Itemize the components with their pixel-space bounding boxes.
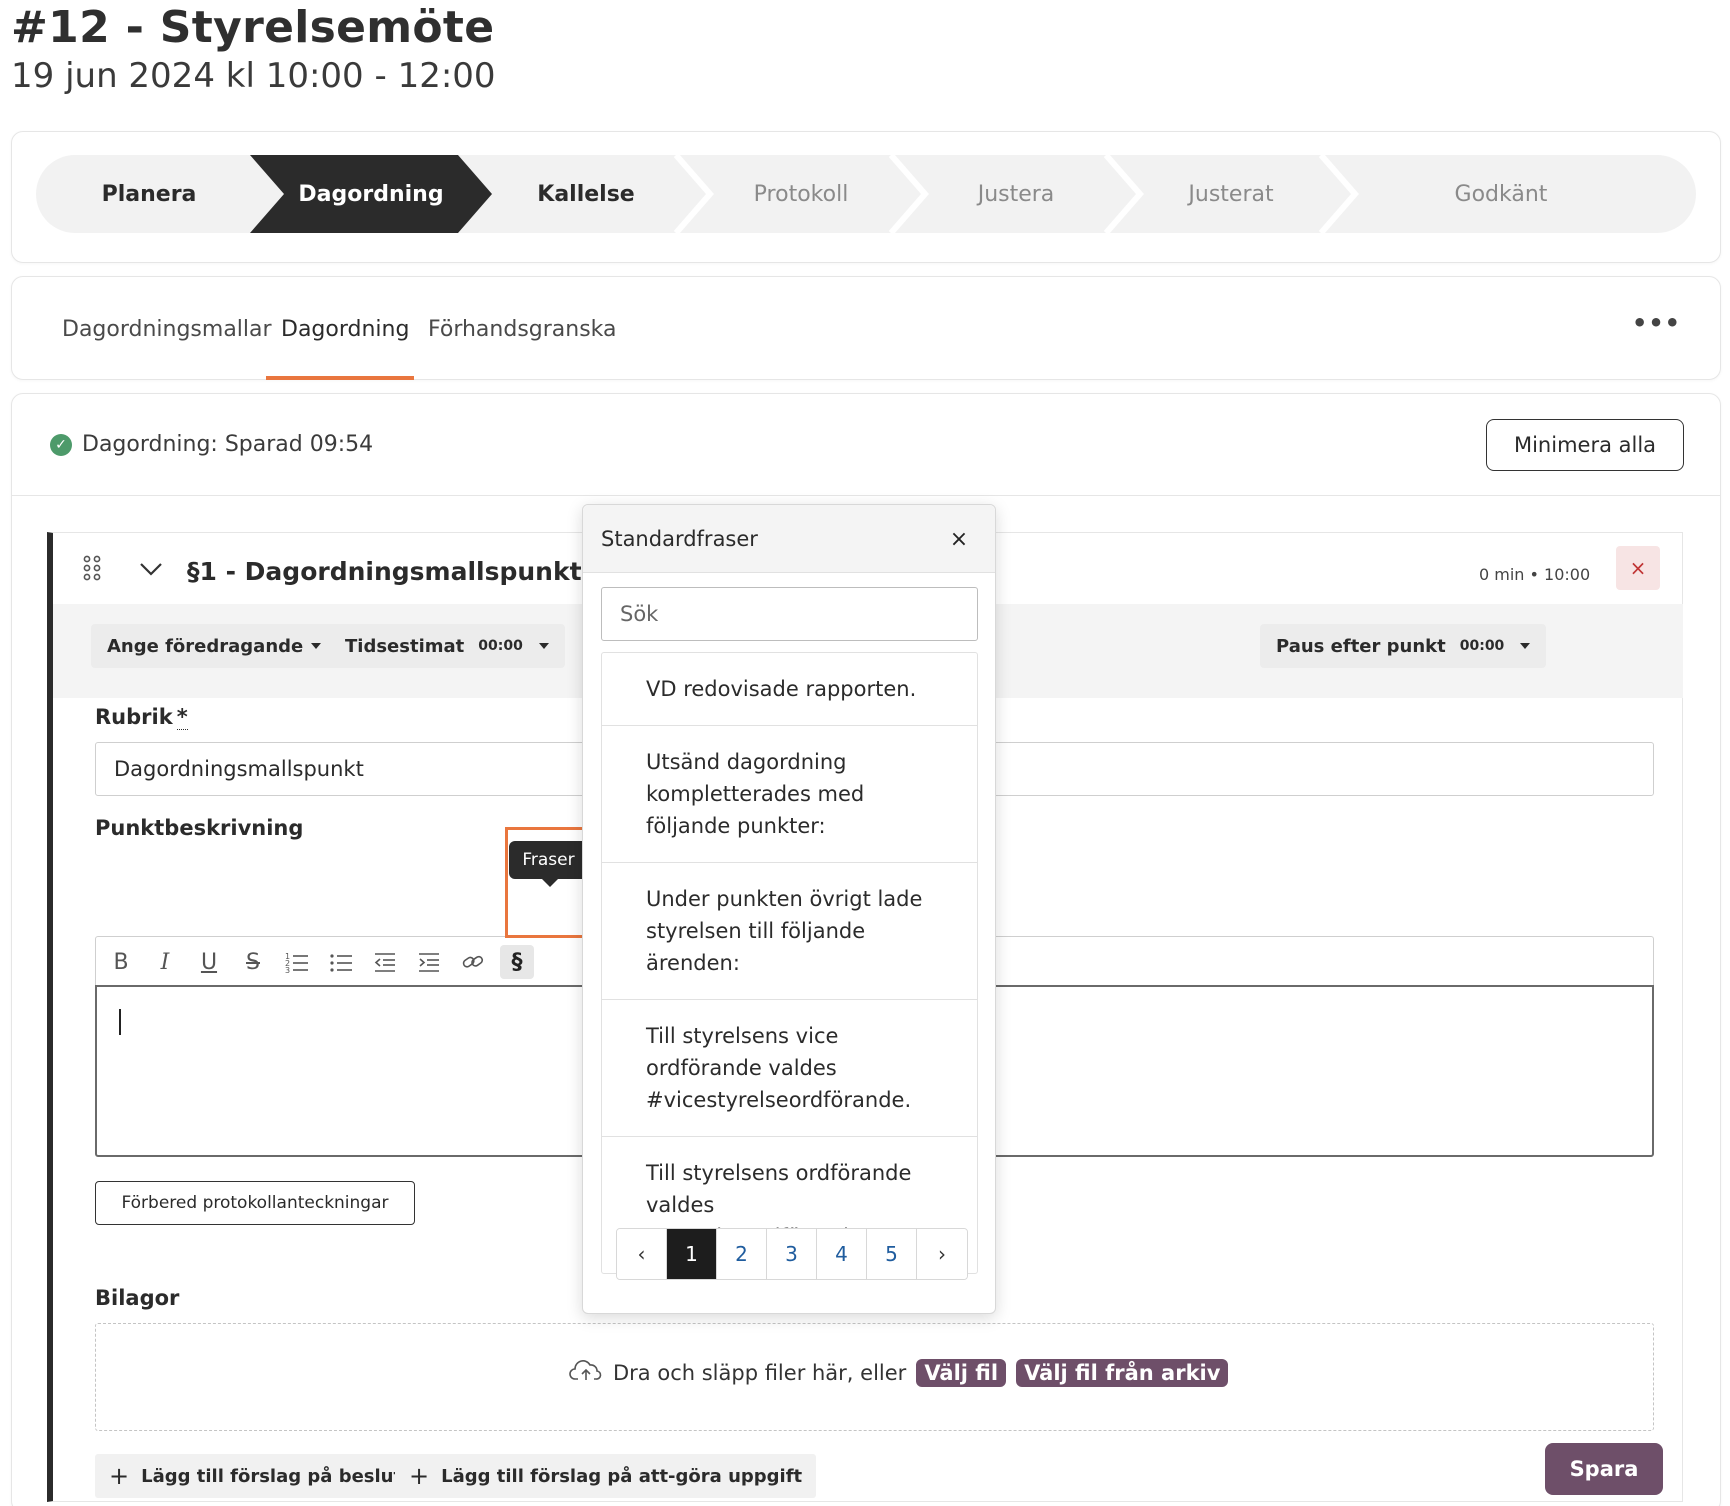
divider <box>12 495 1720 496</box>
agenda-item-title: §1 - Dagordningsmallspunkt <box>187 557 582 586</box>
indent-icon[interactable] <box>412 945 446 979</box>
step-protokoll[interactable]: Protokoll <box>711 155 891 233</box>
add-todo-label: Lägg till förslag på att-göra uppgift <box>441 1465 803 1487</box>
svg-text:3: 3 <box>285 966 290 973</box>
time-estimate-label: Tidsestimat <box>345 635 465 657</box>
drag-handle-icon[interactable] <box>83 555 101 585</box>
plus-icon: + <box>409 1462 430 1490</box>
tab-dagordning[interactable]: Dagordning <box>281 317 409 342</box>
add-decision-label: Lägg till förslag på beslut <box>141 1465 403 1487</box>
phrase-item[interactable]: Till styrelsens vice ordförande valdes #… <box>602 1000 977 1137</box>
page-subtitle: 19 jun 2024 kl 10:00 - 12:00 <box>11 56 496 96</box>
save-status: ✓ Dagordning: Sparad 09:54 <box>50 432 373 457</box>
time-estimate-dropdown[interactable]: Tidsestimat 00:00 <box>329 624 565 668</box>
agenda-item-meta: 0 min • 10:00 <box>1479 565 1591 584</box>
plus-icon: + <box>109 1462 130 1490</box>
chevron-down-icon[interactable] <box>139 561 163 581</box>
strikethrough-icon[interactable]: S <box>236 945 270 979</box>
workflow-stepper: Planera Dagordning Kallelse Protokoll Ju… <box>36 155 1696 233</box>
check-circle-icon: ✓ <box>50 433 72 456</box>
prev-page-icon[interactable]: ‹ <box>617 1229 667 1279</box>
step-planera[interactable]: Planera <box>36 155 262 233</box>
stepper-panel: Planera Dagordning Kallelse Protokoll Ju… <box>11 131 1721 263</box>
italic-icon[interactable]: I <box>148 945 182 979</box>
rubrik-label: Rubrik * <box>95 705 188 730</box>
prepare-minutes-button[interactable]: Förbered protokollanteckningar <box>95 1181 415 1225</box>
next-page-icon[interactable]: › <box>917 1229 967 1279</box>
page-2[interactable]: 2 <box>717 1229 767 1279</box>
bullet-list-icon[interactable] <box>324 945 358 979</box>
standard-phrases-popover: Standardfraser × VD redovisade rapporten… <box>582 504 996 1314</box>
minimize-all-button[interactable]: Minimera alla <box>1486 419 1684 471</box>
save-button[interactable]: Spara <box>1545 1443 1663 1495</box>
caret-down-icon <box>538 643 549 649</box>
attachments-label: Bilagor <box>95 1286 180 1310</box>
rubrik-label-text: Rubrik <box>95 705 173 729</box>
phrase-search-input[interactable] <box>601 587 978 641</box>
phrases-icon[interactable]: § <box>500 945 534 979</box>
file-dropzone[interactable]: Dra och släpp filer här, eller Välj fil … <box>95 1323 1654 1431</box>
presenter-dropdown[interactable]: Ange föredragande <box>91 624 338 668</box>
active-tab-indicator <box>266 376 414 380</box>
pause-value: 00:00 <box>1459 638 1505 654</box>
popover-title: Standardfraser <box>601 527 758 551</box>
dropzone-text: Dra och släpp filer här, eller <box>613 1360 907 1385</box>
tab-dagordningsmallar[interactable]: Dagordningsmallar <box>62 317 272 342</box>
page-title: #12 - Styrelsemöte <box>11 2 495 53</box>
underline-icon[interactable]: U <box>192 945 226 979</box>
step-dagordning[interactable]: Dagordning <box>276 155 466 233</box>
cloud-upload-icon <box>569 1358 603 1387</box>
required-mark: * <box>176 705 188 730</box>
phrases-tooltip: Fraser <box>509 841 588 887</box>
step-justerat[interactable]: Justerat <box>1141 155 1321 233</box>
ordered-list-icon[interactable]: 123 <box>280 945 314 979</box>
step-godkant[interactable]: Godkänt <box>1366 155 1636 233</box>
link-icon[interactable] <box>456 945 490 979</box>
bold-icon[interactable]: B <box>104 945 138 979</box>
add-todo-button[interactable]: + Lägg till förslag på att-göra uppgift <box>395 1454 817 1498</box>
phrase-item[interactable]: Utsänd dagordning kompletterades med föl… <box>602 726 977 863</box>
description-label: Punktbeskrivning <box>95 816 304 840</box>
more-options-icon[interactable]: ••• <box>1632 309 1681 337</box>
choose-file-button[interactable]: Välj fil <box>916 1358 1007 1387</box>
step-justera[interactable]: Justera <box>926 155 1106 233</box>
caret-down-icon <box>311 643 322 649</box>
pause-label: Paus efter punkt <box>1276 635 1446 657</box>
dropzone-content: Dra och släpp filer här, eller Välj fil … <box>569 1358 1229 1387</box>
phrase-item[interactable]: Under punkten övrigt lade styrelsen till… <box>602 863 977 1000</box>
page-3[interactable]: 3 <box>767 1229 817 1279</box>
presenter-label: Ange föredragande <box>107 635 304 657</box>
popover-header: Standardfraser × <box>583 505 995 573</box>
outdent-icon[interactable] <box>368 945 402 979</box>
page-4[interactable]: 4 <box>817 1229 867 1279</box>
time-estimate-value: 00:00 <box>478 638 523 654</box>
tab-forhandsgranska[interactable]: Förhandsgranska <box>428 317 617 342</box>
text-cursor <box>119 1009 121 1035</box>
pause-after-dropdown[interactable]: Paus efter punkt 00:00 <box>1260 624 1547 668</box>
tabs-panel: Dagordningsmallar Dagordning Förhandsgra… <box>11 276 1721 380</box>
add-decision-button[interactable]: + Lägg till förslag på beslut <box>95 1454 417 1498</box>
page-1[interactable]: 1 <box>667 1229 717 1279</box>
save-status-text: Dagordning: Sparad 09:54 <box>82 432 374 457</box>
delete-item-button[interactable]: × <box>1616 546 1660 590</box>
pagination: ‹ 1 2 3 4 5 › <box>616 1228 968 1280</box>
page-5[interactable]: 5 <box>867 1229 917 1279</box>
close-icon[interactable]: × <box>943 523 975 555</box>
phrase-item[interactable]: VD redovisade rapporten. <box>602 653 977 726</box>
choose-from-archive-button[interactable]: Välj fil från arkiv <box>1016 1358 1229 1387</box>
phrase-list: VD redovisade rapporten. Utsänd dagordni… <box>601 652 978 1274</box>
caret-down-icon <box>1520 643 1531 649</box>
step-kallelse[interactable]: Kallelse <box>496 155 676 233</box>
